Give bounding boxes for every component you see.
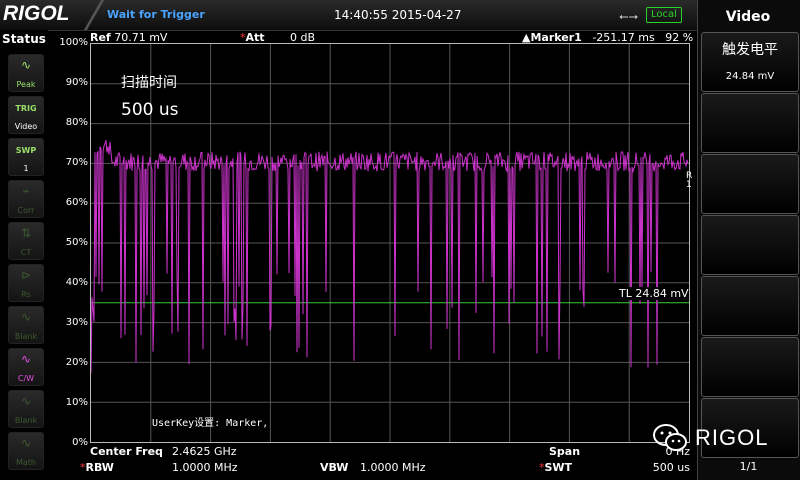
- corr-button[interactable]: ⌁ Corr: [8, 180, 44, 218]
- softkey-2[interactable]: [701, 93, 799, 153]
- corr-icon: ⌁: [22, 184, 30, 198]
- peak-wave-icon: ∿: [20, 58, 32, 72]
- trace-plot[interactable]: [90, 43, 690, 443]
- center-freq-label: Center Freq: [90, 445, 163, 458]
- y-tick-label: 40%: [65, 277, 88, 288]
- trigger-status: Wait for Trigger: [107, 8, 205, 21]
- ct-button[interactable]: ⇅ CT: [8, 222, 44, 260]
- math-icon: ∿: [20, 436, 32, 450]
- blank-wave-icon: ∿: [20, 394, 32, 408]
- softkey-value: 24.84 mV: [725, 71, 775, 82]
- vbw-value: 1.0000 MHz: [360, 461, 426, 474]
- watermark-text: RIGOL: [695, 425, 769, 450]
- span-label: Span: [549, 445, 581, 458]
- softkey-panel: Video 触发电平 24.84 mV: [697, 0, 800, 480]
- y-tick-label: 10%: [65, 397, 88, 408]
- softkey-5[interactable]: [701, 276, 799, 336]
- vbw-label: VBW: [320, 461, 349, 474]
- center-freq-value: 2.4625 GHz: [172, 445, 237, 458]
- user-key-settings: UserKey设置: Marker,: [152, 418, 269, 429]
- rbw-label: *RBW: [80, 461, 114, 474]
- y-tick-label: 100%: [59, 37, 88, 48]
- trig-button[interactable]: TRIG Video: [8, 96, 44, 134]
- clear-write-button[interactable]: ∿ C/W: [8, 348, 44, 386]
- clear-write-icon: ∿: [20, 352, 32, 366]
- y-tick-label: 60%: [65, 197, 88, 208]
- y-tick-label: 0%: [72, 437, 88, 448]
- top-status-bar: RIGOL Wait for Trigger 14:40:55 2015-04-…: [0, 0, 697, 31]
- softkey-4[interactable]: [701, 215, 799, 275]
- y-tick-label: 50%: [65, 237, 88, 248]
- blank-wave-icon: ∿: [20, 310, 32, 324]
- usb-icon: ⭠⭢: [619, 9, 639, 23]
- softkey-label: 触发电平: [722, 42, 778, 58]
- softkey-3[interactable]: [701, 154, 799, 214]
- rbw-value: 1.0000 MHz: [172, 461, 238, 474]
- peak-button[interactable]: ∿ Peak: [8, 54, 44, 92]
- sweep-time-title: 扫描时间: [121, 75, 177, 91]
- swp-button[interactable]: SWP 1: [8, 138, 44, 176]
- blank-button-1[interactable]: ∿ Blank: [8, 306, 44, 344]
- local-badge[interactable]: Local: [646, 7, 682, 23]
- status-column: Status ∿ Peak TRIG Video SWP 1 ⌁ Corr ⇅ …: [0, 30, 48, 480]
- y-tick-label: 80%: [65, 117, 88, 128]
- y-tick-label: 30%: [65, 317, 88, 328]
- y-tick-label: 70%: [65, 157, 88, 168]
- math-button[interactable]: ∿ Math: [8, 432, 44, 470]
- right-marker-tag: R 1: [686, 171, 693, 190]
- datetime: 14:40:55 2015-04-27: [334, 8, 462, 22]
- status-title: Status: [2, 32, 46, 46]
- trigger-level-label: TL 24.84 mV: [619, 287, 689, 300]
- brand-logo: RIGOL: [3, 2, 70, 25]
- trace-svg: [91, 44, 689, 442]
- blank-button-2[interactable]: ∿ Blank: [8, 390, 44, 428]
- trigger-level-softkey[interactable]: 触发电平 24.84 mV: [701, 32, 799, 92]
- sweep-time-value: 500 us: [121, 100, 179, 120]
- swt-label: *SWT: [539, 461, 573, 474]
- brand-divider: [84, 0, 104, 30]
- y-tick-label: 90%: [65, 77, 88, 88]
- ct-icon: ⇅: [20, 226, 32, 240]
- swt-value: 500 us: [652, 461, 690, 474]
- y-tick-label: 20%: [65, 357, 88, 368]
- rs-button[interactable]: ⊳ Rs: [8, 264, 44, 302]
- softkey-6[interactable]: [701, 337, 799, 397]
- rs-icon: ⊳: [20, 268, 32, 282]
- page-indicator: 1/1: [739, 460, 758, 473]
- wechat-icon: [653, 424, 687, 451]
- menu-title: Video: [725, 9, 771, 25]
